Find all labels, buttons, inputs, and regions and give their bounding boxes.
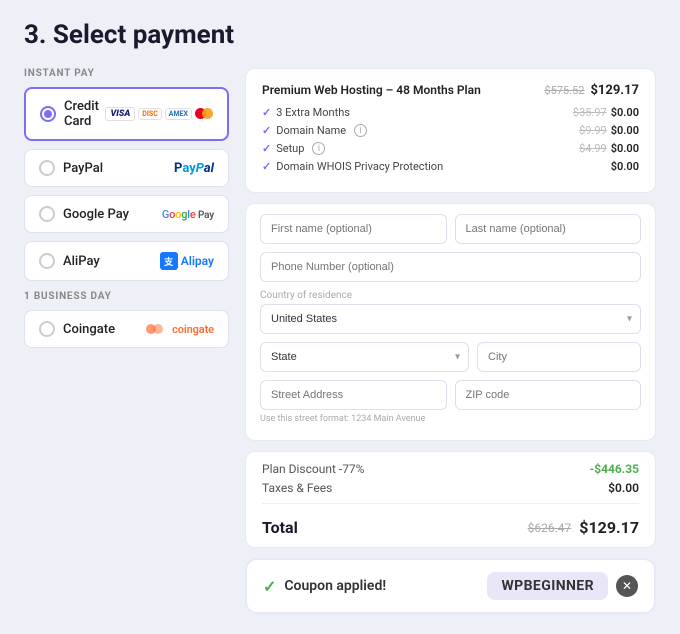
right-panel: Premium Web Hosting – 48 Months Plan $57… bbox=[245, 68, 656, 614]
check-icon: ✓ bbox=[262, 160, 271, 173]
taxes-label: Taxes & Fees bbox=[262, 481, 332, 495]
feature-name: Setup bbox=[276, 142, 304, 155]
total-pricing: $626.47 $129.17 bbox=[528, 518, 639, 537]
feature-name: 3 Extra Months bbox=[276, 106, 350, 119]
discount-value: -$446.35 bbox=[589, 462, 639, 476]
coupon-bar: ✓ Coupon applied! WPBEGINNER ✕ bbox=[245, 558, 656, 614]
coingate-icon: coingate bbox=[146, 322, 214, 336]
country-label: Country of residence bbox=[260, 290, 641, 301]
coupon-code: WPBEGINNER bbox=[487, 572, 608, 600]
gpay-icon: Google Pay bbox=[162, 208, 214, 221]
feature-row-extra-months: ✓ 3 Extra Months $35.97 $0.00 bbox=[262, 106, 639, 119]
feature-price: $0.00 bbox=[611, 160, 639, 173]
check-icon: ✓ bbox=[262, 124, 271, 137]
coupon-code-wrap: WPBEGINNER ✕ bbox=[487, 572, 638, 600]
state-select[interactable]: State bbox=[260, 342, 469, 372]
plan-price-old: $575.52 bbox=[544, 84, 584, 97]
total-row: Total $626.47 $129.17 bbox=[262, 512, 639, 537]
discount-row: Plan Discount -77% -$446.35 bbox=[262, 462, 639, 476]
billing-form: Country of residence United States Canad… bbox=[245, 203, 656, 441]
paypal-icon: PayPal bbox=[174, 161, 214, 176]
country-select[interactable]: United States Canada United Kingdom bbox=[260, 304, 641, 334]
city-input[interactable] bbox=[477, 342, 641, 372]
radio-coingate bbox=[39, 321, 55, 337]
zip-input[interactable] bbox=[455, 380, 642, 410]
taxes-value: $0.00 bbox=[608, 481, 639, 495]
total-price-new: $129.17 bbox=[579, 518, 639, 537]
page-title: 3. Select payment bbox=[24, 20, 656, 50]
radio-paypal bbox=[39, 160, 55, 176]
plan-price-new: $129.17 bbox=[590, 83, 639, 98]
instant-pay-label: INSTANT PAY bbox=[24, 68, 229, 79]
state-select-wrap: State ▾ bbox=[260, 342, 469, 372]
radio-google-pay bbox=[39, 206, 55, 222]
paypal-label: PayPal bbox=[63, 161, 103, 176]
first-name-input[interactable] bbox=[260, 214, 447, 244]
coingate-label: Coingate bbox=[63, 322, 115, 337]
coupon-applied-text: Coupon applied! bbox=[284, 578, 386, 594]
total-label: Total bbox=[262, 518, 298, 537]
feature-row-domain: ✓ Domain Name i $9.99 $0.00 bbox=[262, 124, 639, 137]
phone-row bbox=[260, 252, 641, 282]
taxes-row: Taxes & Fees $0.00 bbox=[262, 481, 639, 495]
coupon-remove-button[interactable]: ✕ bbox=[616, 575, 638, 597]
discount-label: Plan Discount -77% bbox=[262, 462, 364, 476]
page-container: 3. Select payment INSTANT PAY Credit Car… bbox=[0, 0, 680, 634]
name-row bbox=[260, 214, 641, 244]
alipay-icon: 支 Alipay bbox=[160, 252, 214, 270]
address-row bbox=[260, 380, 641, 410]
coupon-check-icon: ✓ bbox=[263, 577, 276, 596]
last-name-input[interactable] bbox=[455, 214, 642, 244]
alipay-label: AliPay bbox=[63, 254, 100, 269]
feature-name: Domain Name bbox=[276, 124, 346, 137]
order-summary: Premium Web Hosting – 48 Months Plan $57… bbox=[245, 68, 656, 193]
plan-pricing: $575.52 $129.17 bbox=[544, 83, 639, 98]
visa-icon: VISA bbox=[105, 107, 135, 121]
card-logos: VISA DISC AMEX bbox=[105, 107, 213, 121]
street-hint: Use this street format: 1234 Main Avenue bbox=[260, 414, 641, 424]
info-icon[interactable]: i bbox=[354, 124, 367, 137]
info-icon[interactable]: i bbox=[312, 142, 325, 155]
plan-name: Premium Web Hosting – 48 Months Plan bbox=[262, 83, 544, 97]
street-input[interactable] bbox=[260, 380, 447, 410]
discover-icon: DISC bbox=[138, 108, 162, 120]
payment-option-credit-card[interactable]: Credit Card VISA DISC AMEX bbox=[24, 87, 229, 141]
check-icon: ✓ bbox=[262, 142, 271, 155]
total-price-old: $626.47 bbox=[528, 521, 572, 535]
credit-card-label: Credit Card bbox=[64, 99, 105, 129]
payment-option-coingate[interactable]: Coingate coingate bbox=[24, 310, 229, 348]
plan-row: Premium Web Hosting – 48 Months Plan $57… bbox=[262, 83, 639, 98]
google-pay-label: Google Pay bbox=[63, 207, 129, 222]
feature-price: $4.99 $0.00 bbox=[579, 142, 639, 155]
state-city-row: State ▾ bbox=[260, 342, 641, 372]
feature-name: Domain WHOIS Privacy Protection bbox=[276, 160, 443, 173]
main-layout: INSTANT PAY Credit Card VISA DISC AMEX bbox=[24, 68, 656, 614]
mastercard-icon bbox=[195, 108, 213, 120]
country-select-wrap: United States Canada United Kingdom ▾ bbox=[260, 304, 641, 334]
feature-price: $35.97 $0.00 bbox=[573, 106, 639, 119]
payment-option-google-pay[interactable]: Google Pay Google Pay bbox=[24, 195, 229, 233]
phone-input[interactable] bbox=[260, 252, 641, 282]
payment-option-paypal[interactable]: PayPal PayPal bbox=[24, 149, 229, 187]
radio-alipay bbox=[39, 253, 55, 269]
feature-row-whois: ✓ Domain WHOIS Privacy Protection $0.00 bbox=[262, 160, 639, 173]
payment-option-alipay[interactable]: AliPay 支 Alipay bbox=[24, 241, 229, 281]
coingate-svg-icon bbox=[146, 322, 168, 336]
check-icon: ✓ bbox=[262, 106, 271, 119]
totals-section: Plan Discount -77% -$446.35 Taxes & Fees… bbox=[245, 451, 656, 548]
amex-icon: AMEX bbox=[165, 108, 192, 120]
feature-row-setup: ✓ Setup i $4.99 $0.00 bbox=[262, 142, 639, 155]
radio-credit-card bbox=[40, 106, 56, 122]
left-panel: INSTANT PAY Credit Card VISA DISC AMEX bbox=[24, 68, 229, 356]
divider bbox=[262, 503, 639, 504]
feature-price: $9.99 $0.00 bbox=[579, 124, 639, 137]
business-day-label: 1 BUSINESS DAY bbox=[24, 291, 229, 302]
coupon-applied-message: ✓ Coupon applied! bbox=[263, 577, 386, 596]
